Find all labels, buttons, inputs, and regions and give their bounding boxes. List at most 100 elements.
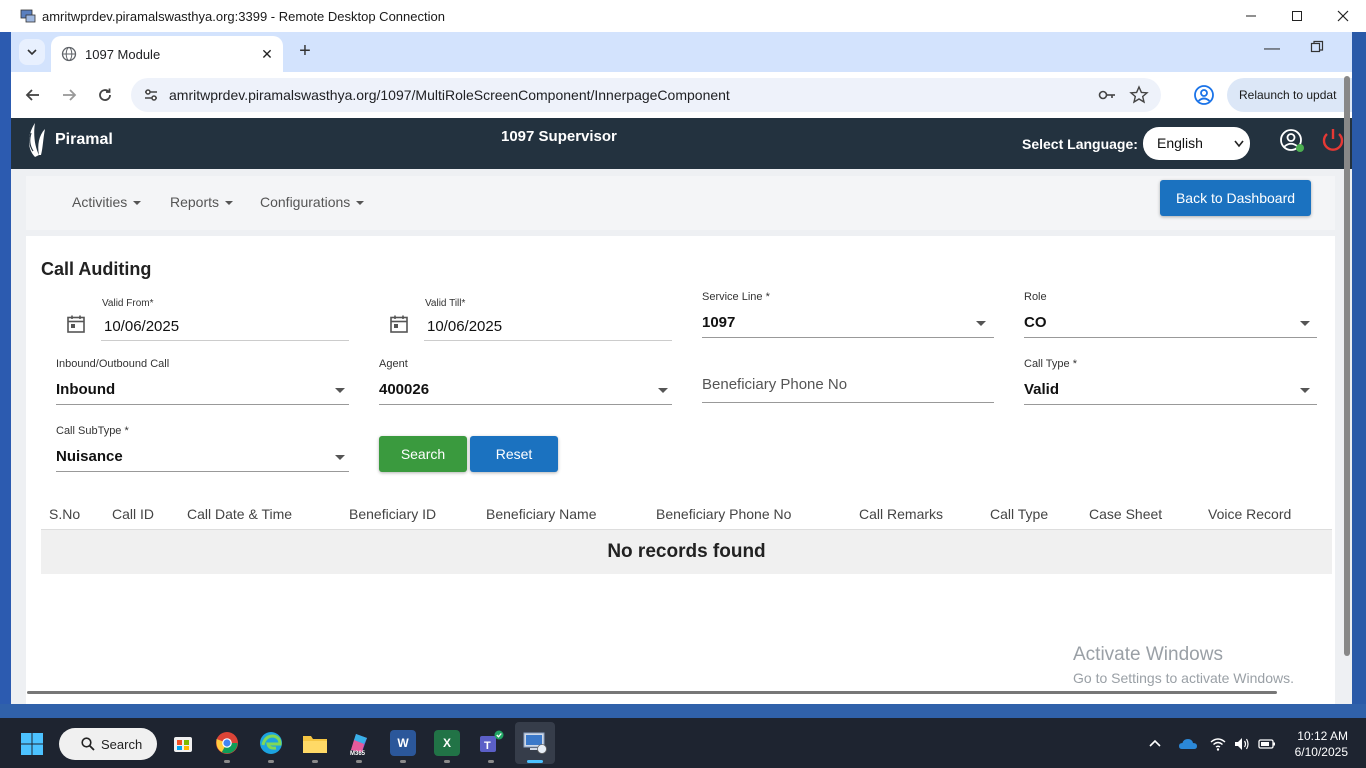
horizontal-scrollbar[interactable] [27,691,1277,694]
microsoft-store-icon[interactable] [170,730,196,756]
menu-reports-label: Reports [170,194,220,210]
tab-search-button[interactable] [19,39,45,65]
language-select[interactable]: English [1143,127,1250,160]
tab-close-icon[interactable]: ✕ [257,46,277,63]
maximize-button[interactable] [1274,0,1320,32]
valid-till-field[interactable]: Valid Till* 10/06/2025 [424,298,672,342]
running-indicator [356,760,362,763]
call-subtype-value: Nuisance [56,448,123,465]
column-header[interactable]: Call Date & Time [187,506,292,522]
onedrive-cloud-icon[interactable] [1178,736,1198,752]
back-arrow-icon[interactable] [19,81,47,109]
svg-text:T: T [484,740,491,752]
column-header[interactable]: Call Remarks [859,506,943,522]
excel-icon[interactable]: X [434,730,460,756]
menu-reports[interactable]: Reports [170,194,234,210]
dropdown-arrow-icon [658,388,668,393]
remote-desktop-app-icon[interactable] [522,730,548,756]
microsoft-365-icon[interactable]: M365 [346,730,372,756]
site-info-icon[interactable] [141,85,161,105]
activate-windows-watermark: Activate Windows Go to Settings to activ… [1073,644,1294,686]
tab-1097-module[interactable]: 1097 Module ✕ [51,36,283,72]
chrome-window: 1097 Module ✕ + — amritwprdev.piramalswa… [11,32,1352,704]
app-header: Piramal 1097 Supervisor Select Language:… [11,118,1352,169]
service-line-select[interactable]: Service Line * 1097 [702,291,994,339]
key-icon[interactable] [1097,85,1117,105]
menu-activities-label: Activities [72,194,128,210]
service-line-label: Service Line * [702,291,770,303]
agent-value: 400026 [379,381,430,398]
column-header[interactable]: Voice Record [1208,506,1291,522]
role-underline [1024,337,1317,338]
minimize-button[interactable] [1228,0,1274,32]
app-page: Piramal 1097 Supervisor Select Language:… [11,118,1352,704]
url-text[interactable]: amritwprdev.piramalswasthya.org/1097/Mul… [169,87,1097,103]
system-clock[interactable]: 10:12 AM 6/10/2025 [1286,728,1348,760]
column-header[interactable]: Beneficiary Phone No [656,506,791,522]
teams-icon[interactable]: T [478,730,504,756]
taskbar-search-box[interactable]: Search [59,728,157,760]
column-header[interactable]: Case Sheet [1089,506,1162,522]
wifi-icon[interactable] [1210,736,1226,752]
reset-button[interactable]: Reset [470,436,558,472]
tab-strip: 1097 Module ✕ + — [11,32,1352,72]
remote-desktop-background [0,32,11,718]
brand-name: Piramal [55,131,113,148]
call-subtype-select[interactable]: Call SubType * Nuisance [56,425,349,473]
clock-date: 6/10/2025 [1294,745,1348,759]
column-header[interactable]: Call ID [112,506,154,522]
file-explorer-icon[interactable] [302,730,328,756]
column-header[interactable]: Call Type [990,506,1048,522]
clock-time: 10:12 AM [1297,729,1348,743]
address-bar[interactable]: amritwprdev.piramalswasthya.org/1097/Mul… [131,78,1161,112]
menu-configurations[interactable]: Configurations [260,194,365,210]
chrome-icon[interactable] [214,730,240,756]
calendar-icon[interactable] [389,314,409,334]
vertical-scrollbar[interactable] [1344,76,1350,656]
inbound-outbound-select[interactable]: Inbound/Outbound Call Inbound [56,358,349,406]
remote-desktop-background-right [1352,32,1366,718]
relaunch-to-update-button[interactable]: Relaunch to updat [1227,78,1352,112]
service-line-underline [702,337,994,338]
search-button[interactable]: Search [379,436,467,472]
call-type-underline [1024,404,1317,405]
menu-activities[interactable]: Activities [72,194,142,210]
edge-icon[interactable] [258,730,284,756]
role-select[interactable]: Role CO [1024,291,1317,339]
role-label: Role [1024,291,1047,303]
call-type-label: Call Type * [1024,358,1077,370]
inbound-outbound-value: Inbound [56,381,116,398]
windows-start-icon[interactable] [20,732,44,756]
agent-select[interactable]: Agent 400026 [379,358,672,406]
back-to-dashboard-button[interactable]: Back to Dashboard [1160,180,1311,216]
running-indicator [400,760,406,763]
column-header[interactable]: Beneficiary ID [349,506,436,522]
new-tab-plus-icon[interactable]: + [293,40,317,64]
column-header[interactable]: S.No [49,506,80,522]
beneficiary-phone-input[interactable]: Beneficiary Phone No [702,358,994,406]
remote-desktop-area: 1097 Module ✕ + — amritwprdev.piramalswa… [0,32,1366,718]
chrome-restore-icon[interactable] [1310,40,1324,54]
column-header[interactable]: Beneficiary Name [486,506,597,522]
chevron-up-icon[interactable] [1147,736,1163,752]
reload-icon[interactable] [91,81,119,109]
dropdown-arrow-icon [335,388,345,393]
valid-from-field[interactable]: Valid From* 10/06/2025 [101,298,349,342]
chrome-minimize-icon[interactable]: — [1264,40,1280,58]
browser-toolbar: amritwprdev.piramalswasthya.org/1097/Mul… [11,72,1352,118]
volume-icon[interactable] [1234,736,1250,752]
call-type-select[interactable]: Call Type * Valid [1024,358,1317,406]
profile-icon[interactable] [1193,84,1215,106]
close-button[interactable] [1320,0,1366,32]
running-indicator [488,760,494,763]
valid-till-label: Valid Till* [425,298,466,309]
caret-down-icon [225,201,234,206]
running-indicator [444,760,450,763]
battery-icon[interactable] [1258,736,1276,752]
word-icon[interactable]: W [390,730,416,756]
forward-arrow-icon[interactable] [55,81,83,109]
bookmark-star-icon[interactable] [1129,85,1149,105]
logout-power-icon[interactable] [1319,126,1347,154]
calendar-icon[interactable] [66,314,86,334]
agent-underline [379,404,672,405]
